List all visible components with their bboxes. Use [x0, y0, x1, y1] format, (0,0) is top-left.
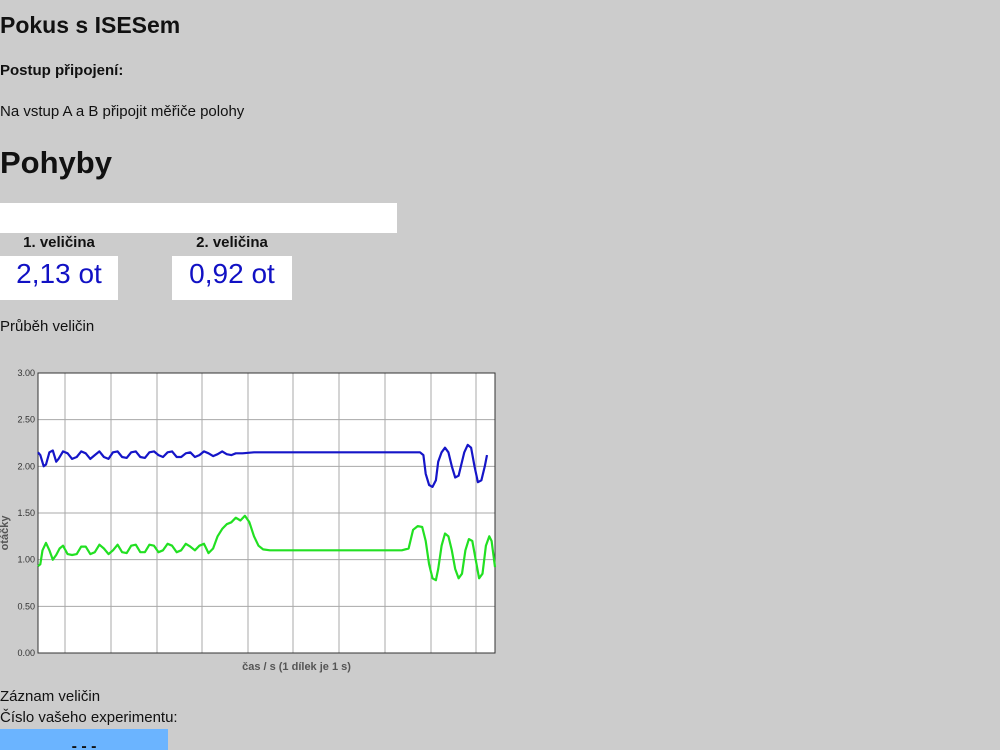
quantity-2-label: 2. veličina — [196, 234, 268, 251]
y-tick-label: 2.00 — [17, 461, 35, 471]
connection-description: Na vstup A a B připojit měřiče polohy — [0, 103, 245, 120]
y-tick-label: 0.50 — [17, 601, 35, 611]
y-tick-label: 1.00 — [17, 555, 35, 565]
status-bar — [0, 203, 397, 233]
experiment-number: - - - — [71, 738, 97, 750]
section-title: Pohyby — [0, 145, 112, 180]
page: Pokus s ISESem Postup připojení: Na vstu… — [0, 0, 1000, 750]
quantity-1-label: 1. veličina — [23, 234, 95, 251]
quantity-2-value: 0,92 ot — [172, 256, 292, 300]
experiment-number-box: - - - — [0, 729, 168, 750]
y-axis-label: otáčky — [0, 515, 11, 551]
x-axis-label: čas / s (1 dílek je 1 s) — [242, 661, 351, 673]
quantity-1-value: 2,13 ot — [0, 256, 118, 300]
record-caption: Záznam veličin — [0, 688, 101, 705]
y-tick-label: 1.50 — [17, 508, 35, 518]
experiment-label: Číslo vašeho experimentu: — [0, 709, 178, 726]
y-tick-label: 2.50 — [17, 415, 35, 425]
graph-caption: Průběh veličin — [0, 318, 95, 335]
y-tick-label: 0.00 — [17, 648, 35, 658]
connection-subtitle: Postup připojení: — [0, 62, 124, 79]
y-tick-label: 3.00 — [17, 368, 35, 378]
quantities-chart: 0.00 0.50 1.00 1.50 2.00 2.50 3.00 čas / s (1 d… — [0, 368, 497, 673]
page-title: Pokus s ISESem — [0, 12, 181, 38]
